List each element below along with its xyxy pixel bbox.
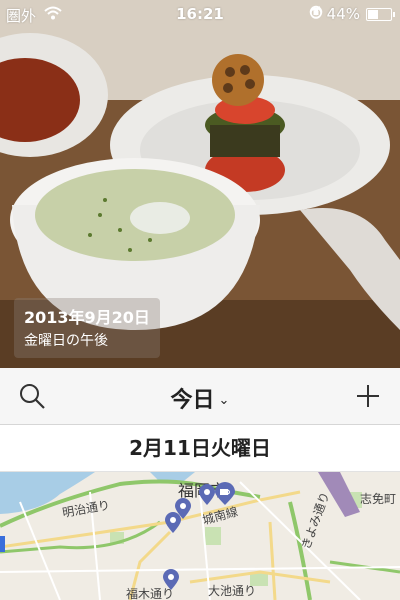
- map-label-oike: 大池通り: [208, 584, 257, 598]
- map-label-shimenmachi: 志免町: [360, 492, 397, 506]
- map-view[interactable]: 福岡市 志免町 明治通り 城南線 きよみ通り 福木通り 大池通り: [0, 472, 400, 600]
- toolbar: 今日 ⌄: [0, 368, 400, 425]
- date-selector-label: 今日: [170, 388, 215, 413]
- chevron-down-icon: ⌄: [218, 393, 230, 408]
- day-section-header: 2月11日火曜日: [0, 425, 400, 472]
- add-icon[interactable]: [354, 382, 382, 410]
- date-selector[interactable]: 今日 ⌄: [0, 382, 400, 414]
- map-pin-icon[interactable]: [162, 569, 180, 595]
- status-right: 44%: [309, 5, 395, 23]
- photo-date: 2013年9月20日: [24, 308, 150, 327]
- map-pin-cafe-icon[interactable]: [214, 482, 236, 510]
- food-photo[interactable]: 圏外 16:21 44% 2013年9月20日 金曜日の午後: [0, 0, 400, 368]
- map-pin-icon[interactable]: [164, 512, 182, 538]
- status-bar: 圏外 16:21 44%: [0, 0, 400, 28]
- photo-day-subtitle: 金曜日の午後: [24, 333, 108, 349]
- battery-icon: [366, 7, 395, 21]
- battery-percent: 44%: [326, 5, 360, 23]
- photo-date-card: 2013年9月20日 金曜日の午後: [14, 298, 160, 358]
- battery-fill: [368, 9, 378, 19]
